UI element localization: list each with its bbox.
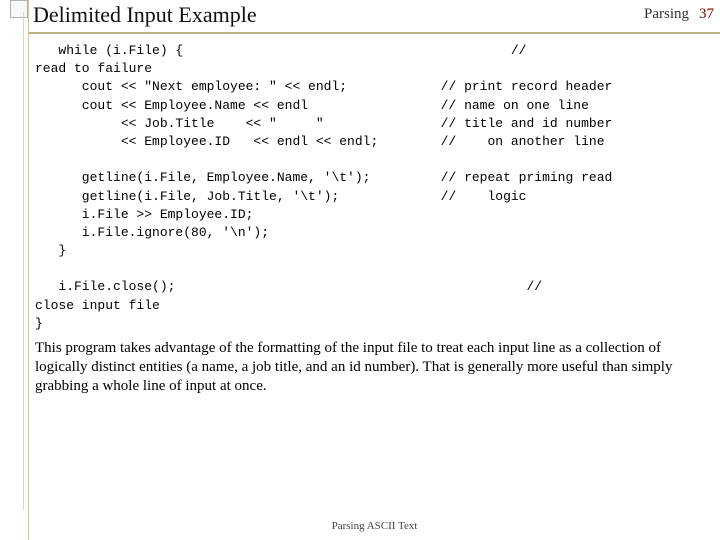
corner-marker	[10, 0, 28, 18]
slide-frame: Delimited Input Example Parsing 37 while…	[28, 0, 720, 540]
section-topic: Parsing	[644, 2, 689, 23]
page-number: 37	[699, 2, 714, 23]
header-right: Parsing 37	[644, 2, 714, 23]
explanatory-paragraph: This program takes advantage of the form…	[29, 337, 720, 395]
code-block: while (i.File) { // read to failure cout…	[29, 34, 720, 337]
slide-title: Delimited Input Example	[33, 2, 257, 28]
footer-label: Parsing ASCII Text	[332, 520, 418, 532]
side-rule	[23, 12, 24, 510]
header-bar: Delimited Input Example Parsing 37	[29, 0, 720, 34]
